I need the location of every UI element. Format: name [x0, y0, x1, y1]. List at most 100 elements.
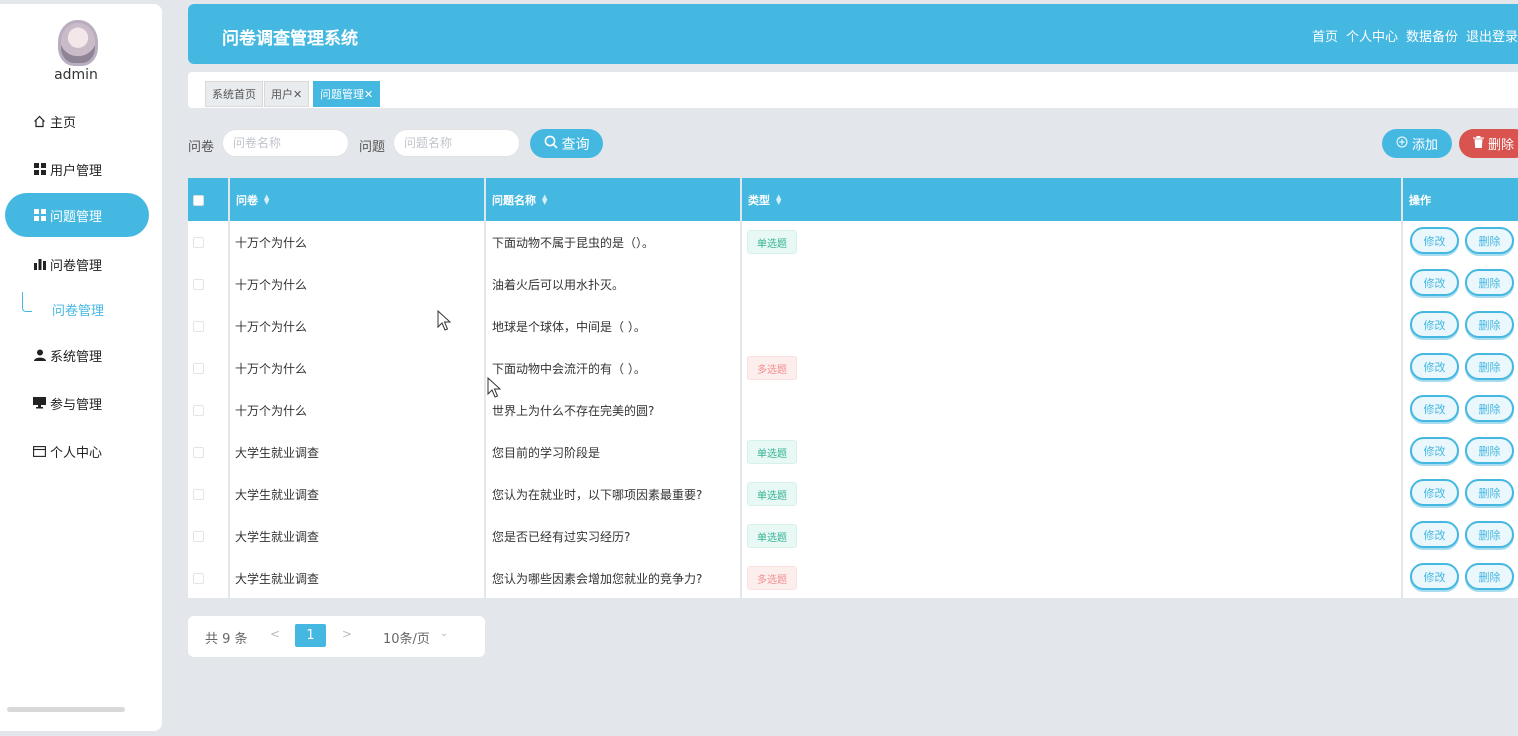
edit-button[interactable]: 修改: [1410, 395, 1459, 422]
sidebar-scrollbar[interactable]: [7, 707, 125, 712]
sidebar-item-label: 主页: [50, 115, 77, 131]
sidebar-item-questions[interactable]: 问题管理: [5, 193, 149, 237]
edit-button[interactable]: 修改: [1410, 311, 1459, 338]
sidebar-item-label: 问题管理: [50, 209, 103, 225]
nav-profile-link[interactable]: 个人中心: [1346, 26, 1398, 45]
question-name-cell: 您是否已经有过实习经历?: [492, 529, 631, 544]
row-checkbox[interactable]: [193, 531, 204, 542]
pagination-prev-button[interactable]: <: [270, 627, 280, 641]
sidebar-item-system[interactable]: 系统管理: [5, 333, 149, 377]
table-header: 问卷 ▲ ▼ 问题名称 ▲ ▼ 类型 ▲ ▼ 操作: [188, 178, 1518, 221]
table-row: 十万个为什么 下面动物中会流汗的有（ ）。 多选题 修改 删除: [188, 347, 1518, 389]
sidebar-item-surveys[interactable]: 问卷管理: [5, 242, 149, 286]
page-size-select[interactable]: 10条/页: [383, 628, 430, 647]
row-checkbox[interactable]: [193, 321, 204, 332]
question-type-tag: 多选题: [747, 566, 797, 590]
delete-button[interactable]: 删除: [1465, 227, 1514, 254]
tabs-bar: 系统首页 用户✕ 问题管理✕: [188, 72, 1518, 108]
question-type-tag: 单选题: [747, 230, 797, 254]
top-header: 问卷调查管理系统 首页 个人中心 数据备份 退出登录: [188, 4, 1518, 64]
sort-icon[interactable]: ▲ ▼: [542, 193, 547, 205]
edit-button[interactable]: 修改: [1410, 353, 1459, 380]
column-header-label: 问卷: [236, 193, 258, 207]
delete-button[interactable]: 删除: [1465, 563, 1514, 590]
delete-button[interactable]: 删除: [1465, 521, 1514, 548]
sidebar-item-home[interactable]: 主页: [5, 99, 149, 143]
column-header-label: 问题名称: [492, 193, 536, 207]
pagination-total: 共 9 条: [205, 632, 248, 647]
tab-system-home[interactable]: 系统首页: [205, 81, 263, 107]
delete-button[interactable]: 删除: [1465, 437, 1514, 464]
select-all-checkbox[interactable]: [193, 195, 204, 206]
nav-home-link[interactable]: 首页: [1312, 26, 1338, 45]
question-name-cell: 下面动物不属于昆虫的是（）。: [492, 235, 655, 250]
question-name-cell: 您目前的学习阶段是: [492, 445, 601, 460]
survey-name-cell: 大学生就业调查: [235, 445, 320, 460]
edit-button[interactable]: 修改: [1410, 269, 1459, 296]
sidebar-item-label: 个人中心: [50, 445, 103, 461]
question-name-cell: 地球是个球体，中间是（ ）。: [492, 319, 646, 334]
batch-delete-label: 删除: [1488, 138, 1515, 153]
column-header-type[interactable]: 类型 ▲ ▼: [742, 178, 781, 221]
avatar-frame: [58, 20, 98, 66]
sidebar-item-users[interactable]: 用户管理: [5, 147, 149, 191]
row-checkbox[interactable]: [193, 363, 204, 374]
add-button-label: 添加: [1411, 138, 1438, 153]
questions-table: 问卷 ▲ ▼ 问题名称 ▲ ▼ 类型 ▲ ▼ 操作 十万个为什么 下面动物不属于昆虫的是…: [188, 178, 1518, 598]
edit-button[interactable]: 修改: [1410, 521, 1459, 548]
column-header-question[interactable]: 问题名称 ▲ ▼: [486, 178, 547, 221]
sidebar-subitem-surveys[interactable]: 问卷管理: [22, 292, 142, 322]
row-checkbox[interactable]: [193, 447, 204, 458]
survey-name-cell: 十万个为什么: [235, 235, 308, 250]
app-title: 问卷调查管理系统: [222, 29, 358, 49]
plus-circle-icon: [1396, 136, 1408, 152]
delete-button[interactable]: 删除: [1465, 353, 1514, 380]
mouse-cursor-icon: [487, 377, 501, 398]
delete-button[interactable]: 删除: [1465, 395, 1514, 422]
row-checkbox[interactable]: [193, 279, 204, 290]
edit-button[interactable]: 修改: [1410, 227, 1459, 254]
question-type-tag: 单选题: [747, 524, 797, 548]
table-row: 十万个为什么 世界上为什么不存在完美的圆? 修改 删除: [188, 389, 1518, 431]
tab-users[interactable]: 用户✕: [264, 81, 310, 107]
delete-button[interactable]: 删除: [1465, 311, 1514, 338]
survey-name-cell: 十万个为什么: [235, 277, 308, 292]
edit-button[interactable]: 修改: [1410, 479, 1459, 506]
row-checkbox[interactable]: [193, 573, 204, 584]
nav-backup-link[interactable]: 数据备份: [1406, 26, 1458, 45]
sidebar-subitem-label: 问卷管理: [52, 304, 105, 319]
sidebar-item-participation[interactable]: 参与管理: [5, 381, 149, 425]
row-checkbox[interactable]: [193, 237, 204, 248]
edit-button[interactable]: 修改: [1410, 563, 1459, 590]
header-nav: 首页 个人中心 数据备份 退出登录: [1312, 26, 1518, 45]
delete-button[interactable]: 删除: [1465, 479, 1514, 506]
row-checkbox[interactable]: [193, 489, 204, 500]
column-header-actions: 操作: [1403, 178, 1431, 221]
batch-delete-button[interactable]: 删除: [1459, 129, 1518, 158]
chevron-down-icon[interactable]: ⌄: [440, 628, 448, 639]
nav-logout-link[interactable]: 退出登录: [1466, 26, 1518, 45]
question-name-input[interactable]: [393, 129, 520, 157]
sidebar-item-profile[interactable]: 个人中心: [5, 429, 149, 473]
username: admin: [54, 67, 98, 83]
edit-button[interactable]: 修改: [1410, 437, 1459, 464]
survey-name-cell: 十万个为什么: [235, 319, 308, 334]
column-header-survey[interactable]: 问卷 ▲ ▼: [230, 178, 269, 221]
sidebar-item-label: 用户管理: [50, 163, 103, 179]
survey-name-input[interactable]: [222, 129, 349, 157]
sort-icon[interactable]: ▲ ▼: [264, 193, 269, 205]
survey-filter-label: 问卷: [188, 140, 215, 155]
query-button[interactable]: 查询: [530, 129, 603, 158]
tab-question-management[interactable]: 问题管理✕: [313, 81, 381, 107]
sort-icon[interactable]: ▲ ▼: [776, 193, 781, 205]
pagination-current-page[interactable]: 1: [295, 624, 326, 647]
grid-icon: [33, 209, 46, 222]
column-header-label: 操作: [1409, 193, 1431, 207]
sidebar-item-label: 系统管理: [50, 349, 103, 365]
row-checkbox[interactable]: [193, 405, 204, 416]
table-row: 大学生就业调查 您目前的学习阶段是 单选题 修改 删除: [188, 431, 1518, 473]
submenu-branch-line: [22, 292, 32, 312]
delete-button[interactable]: 删除: [1465, 269, 1514, 296]
add-button[interactable]: 添加: [1382, 129, 1452, 158]
pagination-next-button[interactable]: >: [342, 627, 352, 641]
